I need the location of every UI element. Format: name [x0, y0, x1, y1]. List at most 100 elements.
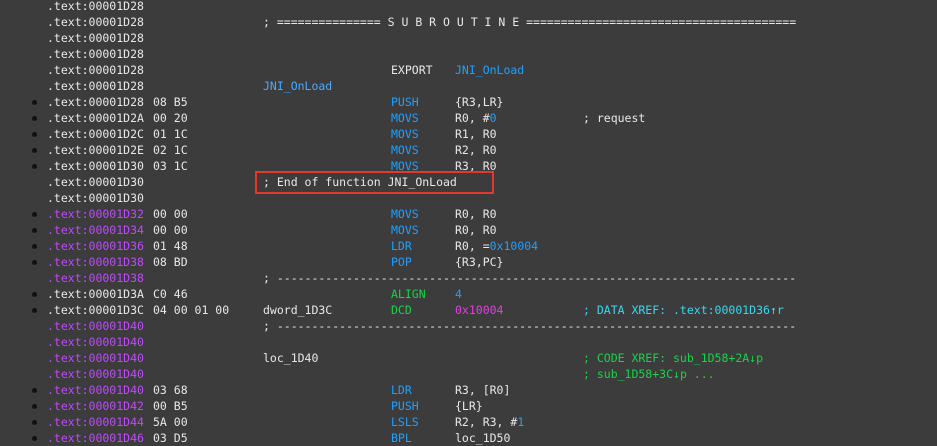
listing-line[interactable]: .text:00001D38 ; ------------------------… — [0, 270, 937, 286]
line-address[interactable]: .text:00001D3C — [47, 302, 144, 318]
line-address[interactable]: .text:00001D40 — [47, 350, 144, 366]
line-address[interactable]: .text:00001D28 — [47, 14, 144, 30]
line-address[interactable]: .text:00001D44 — [47, 414, 144, 430]
line-address[interactable]: .text:00001D36 — [47, 238, 144, 254]
listing-line[interactable]: .text:00001D44 5A 00 LSLS R2, R3, #1 — [0, 414, 937, 430]
line-label[interactable]: ; --------------------------------------… — [263, 318, 796, 334]
listing-line[interactable]: .text:00001D28 — [0, 46, 937, 62]
listing-line[interactable]: .text:00001D3C 04 00 01 00 dword_1D3C DCD 0x… — [0, 302, 937, 318]
breakpoint-dot-icon[interactable] — [32, 212, 37, 217]
line-address[interactable]: .text:00001D28 — [47, 30, 144, 46]
listing-line[interactable]: .text:00001D36 01 48 LDR R0, =0x10004 — [0, 238, 937, 254]
listing-line[interactable]: .text:00001D42 00 B5 PUSH {LR} — [0, 398, 937, 414]
listing-line[interactable]: .text:00001D40 03 68 LDR R3, [R0] — [0, 382, 937, 398]
instruction-operands[interactable]: R0, #0 — [455, 110, 497, 126]
line-address[interactable]: .text:00001D40 — [47, 366, 144, 382]
breakpoint-dot-icon[interactable] — [32, 148, 37, 153]
instruction-mnemonic[interactable]: MOVS — [391, 110, 419, 126]
instruction-mnemonic[interactable]: MOVS — [391, 206, 419, 222]
listing-line[interactable]: .text:00001D34 00 00 MOVS R0, R0 — [0, 222, 937, 238]
xref-comment[interactable]: ; DATA XREF: .text:00001D36↑r — [583, 302, 784, 318]
xref-comment[interactable]: ; sub_1D58+3C↓p ... — [583, 366, 715, 382]
listing-line[interactable]: .text:00001D2E 02 1C MOVS R2, R0 — [0, 142, 937, 158]
instruction-operands[interactable]: JNI_OnLoad — [455, 63, 524, 77]
listing-line[interactable]: .text:00001D28 — [0, 30, 937, 46]
instruction-mnemonic[interactable]: BPL — [391, 430, 412, 446]
listing-line[interactable]: .text:00001D32 00 00 MOVS R0, R0 — [0, 206, 937, 222]
line-address[interactable]: .text:00001D46 — [47, 430, 144, 446]
listing-line[interactable]: .text:00001D40 ; ------------------------… — [0, 318, 937, 334]
line-address[interactable]: .text:00001D28 — [47, 62, 144, 78]
line-address[interactable]: .text:00001D30 — [47, 190, 144, 206]
instruction-operands[interactable]: R0, R0 — [455, 207, 497, 221]
line-address[interactable]: .text:00001D40 — [47, 382, 144, 398]
instruction-operands[interactable]: loc_1D50 — [455, 431, 510, 445]
line-address[interactable]: .text:00001D30 — [47, 174, 144, 190]
instruction-mnemonic[interactable]: EXPORT — [391, 62, 433, 78]
breakpoint-dot-icon[interactable] — [32, 228, 37, 233]
line-address[interactable]: .text:00001D28 — [47, 0, 144, 14]
breakpoint-dot-icon[interactable] — [32, 436, 37, 441]
listing-line[interactable]: .text:00001D28 EXPORT JNI_OnLoad — [0, 62, 937, 78]
line-label[interactable]: dword_1D3C — [263, 302, 332, 318]
listing-line[interactable]: .text:00001D40 — [0, 334, 937, 350]
line-address[interactable]: .text:00001D32 — [47, 206, 144, 222]
listing-line[interactable]: .text:00001D28 — [0, 0, 937, 14]
instruction-mnemonic[interactable]: LSLS — [391, 414, 419, 430]
instruction-mnemonic[interactable]: ALIGN — [391, 286, 426, 302]
instruction-operands[interactable]: R0, R0 — [455, 223, 497, 237]
line-address[interactable]: .text:00001D28 — [47, 78, 144, 94]
listing-line[interactable]: .text:00001D28 JNI_OnLoad — [0, 78, 937, 94]
line-address[interactable]: .text:00001D40 — [47, 334, 144, 350]
listing-line[interactable]: .text:00001D2C 01 1C MOVS R1, R0 — [0, 126, 937, 142]
line-address[interactable]: .text:00001D2C — [47, 126, 144, 142]
breakpoint-dot-icon[interactable] — [32, 388, 37, 393]
breakpoint-dot-icon[interactable] — [32, 116, 37, 121]
line-label[interactable]: ; --------------------------------------… — [263, 270, 796, 286]
line-address[interactable]: .text:00001D38 — [47, 254, 144, 270]
breakpoint-dot-icon[interactable] — [32, 420, 37, 425]
instruction-operands[interactable]: R3, [R0] — [455, 383, 510, 397]
listing-line[interactable]: .text:00001D40 ; sub_1D58+3C↓p ... — [0, 366, 937, 382]
line-address[interactable]: .text:00001D38 — [47, 270, 144, 286]
instruction-mnemonic[interactable]: MOVS — [391, 142, 419, 158]
instruction-mnemonic[interactable]: DCD — [391, 302, 412, 318]
line-address[interactable]: .text:00001D34 — [47, 222, 144, 238]
listing-line[interactable]: .text:00001D3A C0 46 ALIGN 4 — [0, 286, 937, 302]
instruction-mnemonic[interactable]: LDR — [391, 382, 412, 398]
xref-comment[interactable]: ; CODE XREF: sub_1D58+2A↓p — [583, 350, 763, 366]
instruction-mnemonic[interactable]: POP — [391, 254, 412, 270]
instruction-mnemonic[interactable]: LDR — [391, 238, 412, 254]
breakpoint-dot-icon[interactable] — [32, 164, 37, 169]
listing-line[interactable]: .text:00001D40 loc_1D40 ; CODE XREF: sub_1… — [0, 350, 937, 366]
instruction-operands[interactable]: 0x10004 — [455, 303, 503, 317]
disassembly-listing[interactable]: .text:00001D28 .text:00001D28; ==========… — [0, 0, 937, 445]
listing-line[interactable]: .text:00001D28 08 B5 PUSH {R3,LR} — [0, 94, 937, 110]
instruction-operands[interactable]: {R3,PC} — [455, 255, 503, 269]
instruction-mnemonic[interactable]: MOVS — [391, 126, 419, 142]
breakpoint-dot-icon[interactable] — [32, 100, 37, 105]
breakpoint-dot-icon[interactable] — [32, 132, 37, 137]
instruction-operands[interactable]: R1, R0 — [455, 127, 497, 141]
line-address[interactable]: .text:00001D28 — [47, 46, 144, 62]
line-label[interactable]: ; =============== S U B R O U T I N E ==… — [263, 14, 796, 30]
instruction-operands[interactable]: R2, R3, #1 — [455, 414, 524, 430]
line-address[interactable]: .text:00001D3A — [47, 286, 144, 302]
instruction-operands[interactable]: 4 — [455, 287, 462, 301]
instruction-operands[interactable]: {R3,LR} — [455, 95, 503, 109]
listing-line[interactable]: .text:00001D28 ; =============== S U B R … — [0, 14, 937, 30]
breakpoint-dot-icon[interactable] — [32, 244, 37, 249]
listing-line[interactable]: .text:00001D38 08 BD POP {R3,PC} — [0, 254, 937, 270]
breakpoint-dot-icon[interactable] — [32, 292, 37, 297]
line-address[interactable]: .text:00001D2E — [47, 142, 144, 158]
line-label[interactable]: loc_1D40 — [263, 350, 318, 366]
instruction-mnemonic[interactable]: PUSH — [391, 94, 419, 110]
instruction-operands[interactable]: R2, R0 — [455, 143, 497, 157]
breakpoint-dot-icon[interactable] — [32, 308, 37, 313]
listing-line[interactable]: .text:00001D2A 00 20 MOVS R0, #0 ; request — [0, 110, 937, 126]
line-address[interactable]: .text:00001D28 — [47, 94, 144, 110]
breakpoint-dot-icon[interactable] — [32, 260, 37, 265]
instruction-mnemonic[interactable]: MOVS — [391, 222, 419, 238]
listing-line[interactable]: .text:00001D46 03 D5 BPL loc_1D50 — [0, 430, 937, 446]
line-label[interactable]: JNI_OnLoad — [263, 78, 332, 94]
